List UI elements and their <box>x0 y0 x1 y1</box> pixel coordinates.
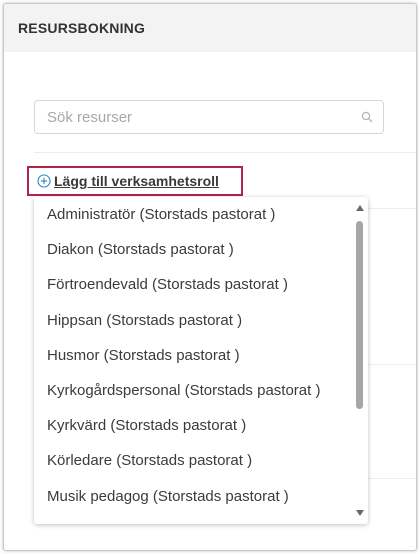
dropdown-option[interactable]: Hippsan (Storstads pastorat ) <box>34 303 350 338</box>
search-box <box>34 100 384 134</box>
divider <box>34 152 416 153</box>
scroll-down-arrow-icon[interactable] <box>356 510 364 516</box>
dropdown-option[interactable]: Körledare (Storstads pastorat ) <box>34 443 350 478</box>
search-icon[interactable] <box>361 111 373 123</box>
option-list: Administratör (Storstads pastorat ) Diako… <box>34 197 350 524</box>
dropdown-option[interactable]: Administratör (Storstads pastorat ) <box>34 197 350 232</box>
search-input[interactable] <box>35 101 335 133</box>
resource-booking-panel: RESURSBOKNING Lägg till verksamhetsroll … <box>3 3 417 551</box>
dropdown-option[interactable]: Diakon (Storstads pastorat ) <box>34 232 350 267</box>
scrollbar-thumb[interactable] <box>356 221 363 409</box>
dropdown-option[interactable]: Förtroendevald (Storstads pastorat ) <box>34 267 350 302</box>
plus-circle-icon <box>37 174 51 188</box>
scroll-up-arrow-icon[interactable] <box>356 205 364 211</box>
scrollbar[interactable] <box>352 197 368 524</box>
panel-title: RESURSBOKNING <box>18 20 146 36</box>
dropdown-option[interactable]: Musik pedagog (Storstads pastorat ) <box>34 479 350 514</box>
dropdown-option[interactable]: Kyrkvärd (Storstads pastorat ) <box>34 408 350 443</box>
dropdown-option[interactable]: Husmor (Storstads pastorat ) <box>34 338 350 373</box>
dropdown-option[interactable]: Kyrkogårdspersonal (Storstads pastorat ) <box>34 373 350 408</box>
panel-header: RESURSBOKNING <box>4 4 416 52</box>
add-role-button[interactable]: Lägg till verksamhetsroll <box>27 166 243 196</box>
role-dropdown: Administratör (Storstads pastorat ) Diako… <box>34 197 368 524</box>
add-role-label: Lägg till verksamhetsroll <box>54 173 219 189</box>
